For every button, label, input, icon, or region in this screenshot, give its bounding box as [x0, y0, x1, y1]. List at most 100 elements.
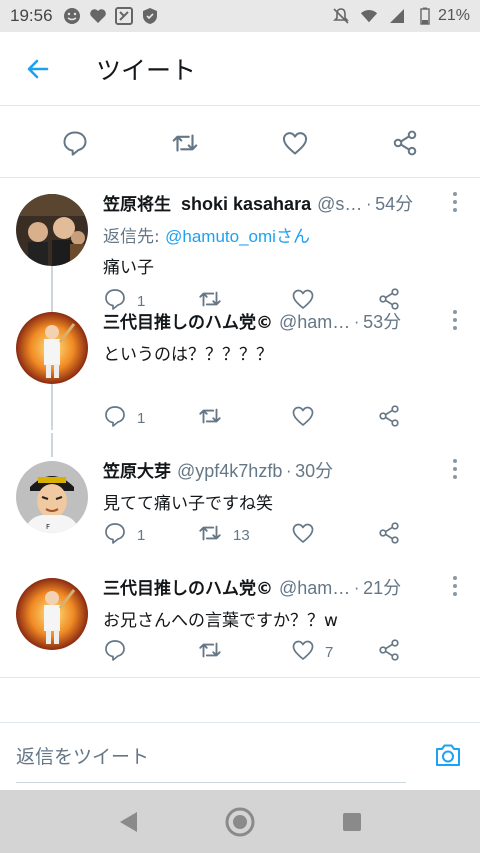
replies-list: 笠原将生 shoki kasahara @s… · 54分 返信先: @hamu… [0, 180, 480, 430]
tweet-actions: 1 13 [103, 520, 423, 550]
reply-count: 1 [137, 409, 146, 427]
list-divider [0, 677, 480, 678]
retweet-icon [197, 403, 233, 433]
smiley-icon [63, 7, 81, 25]
heart-icon [89, 7, 107, 25]
tweet-text: 痛い子 [103, 258, 154, 278]
retweet-count: 13 [233, 526, 250, 544]
author-row: 三代目推しのハム党© @ham… · 53分 [103, 308, 438, 334]
notifications-off-icon [332, 7, 350, 25]
timestamp: 54分 [375, 194, 414, 214]
like-icon [291, 521, 325, 549]
reply-icon [103, 521, 137, 549]
more-options-icon[interactable] [446, 459, 464, 479]
recents-square-icon[interactable] [322, 797, 382, 847]
reply-button[interactable]: 1 [103, 404, 197, 432]
shield-icon [141, 7, 159, 25]
reply-button[interactable]: 1 [103, 521, 197, 549]
display-name-secondary[interactable]: shoki kasahara [181, 194, 311, 215]
author-row: 三代目推しのハム党© @ham… · 21分 [103, 574, 438, 600]
status-bar: 19:56 21% [0, 0, 480, 32]
reply-to-handle[interactable]: @hamuto_omiさん [165, 227, 310, 246]
share-icon [377, 521, 411, 549]
list-item[interactable]: 三代目推しのハム党© @ham… · 21分 お兄さんへの言葉ですか？？w 7 [0, 564, 480, 682]
battery-icon [416, 7, 434, 25]
reply-icon[interactable] [50, 118, 100, 168]
share-button[interactable] [377, 404, 411, 432]
list-item[interactable]: 笠原将生 shoki kasahara @s… · 54分 返信先: @hamu… [0, 180, 480, 326]
share-button[interactable] [377, 638, 411, 666]
user-handle[interactable]: @ham… [279, 578, 350, 599]
tweet-text: というのは？？？？？ [103, 345, 273, 365]
app-icon [114, 7, 133, 25]
author-row: 笠原大芽 @ypf4k7hzfb · 30分 [103, 457, 438, 483]
reply-icon [103, 404, 137, 432]
retweet-button[interactable] [197, 403, 291, 433]
more-options-icon[interactable] [446, 310, 464, 330]
display-name[interactable]: 笠原将生 [103, 190, 171, 215]
separator: · [286, 463, 292, 481]
retweet-icon[interactable] [160, 118, 210, 168]
reply-body: 三代目推しのハム党© @ham… · 21分 お兄さんへの言葉ですか？？w [103, 574, 438, 631]
reply-body: 三代目推しのハム党© @ham… · 53分 というのは？？？？？ [103, 308, 438, 365]
like-button[interactable] [291, 521, 385, 549]
svg-text:F: F [46, 523, 50, 531]
timestamp: 30分 [295, 461, 334, 481]
battery-percent: 21% [437, 7, 470, 24]
more-options-icon[interactable] [446, 192, 464, 212]
separator: · [366, 196, 372, 214]
timestamp: 53分 [363, 312, 402, 332]
reply-icon [103, 638, 137, 666]
thread-line [51, 298, 53, 312]
user-handle[interactable]: @s… [317, 194, 362, 215]
avatar[interactable] [16, 194, 88, 266]
reply-body: 笠原大芽 @ypf4k7hzfb · 30分 見てて痛い子ですね笑 [103, 457, 438, 514]
display-name[interactable]: 三代目推しのハム党© [103, 574, 273, 599]
reply-composer: 返信をツイート [0, 722, 480, 788]
system-nav-bar [0, 790, 480, 853]
author-row: 笠原将生 shoki kasahara @s… · 54分 [103, 190, 438, 216]
avatar[interactable] [16, 312, 88, 384]
wifi-icon [360, 7, 378, 25]
signal-icon [388, 7, 406, 25]
retweet-icon [197, 637, 233, 667]
main-tweet-actions [0, 108, 480, 178]
retweet-button[interactable] [197, 637, 291, 667]
status-time: 19:56 [10, 6, 53, 25]
thread-line [51, 384, 53, 430]
reply-body: 笠原将生 shoki kasahara @s… · 54分 返信先: @hamu… [103, 190, 438, 278]
back-arrow-icon[interactable] [18, 49, 58, 89]
like-button[interactable] [291, 404, 385, 432]
separator: · [354, 314, 360, 332]
reply-count: 1 [137, 526, 146, 544]
timestamp: 21分 [363, 578, 402, 598]
more-options-icon[interactable] [446, 576, 464, 596]
share-button[interactable] [377, 521, 411, 549]
avatar[interactable]: F [16, 461, 88, 533]
list-item[interactable]: 三代目推しのハム党© @ham… · 53分 というのは？？？？？ [0, 298, 480, 430]
page-title: ツイート [96, 56, 197, 85]
camera-icon[interactable] [432, 739, 464, 771]
display-name[interactable]: 笠原大芽 [103, 457, 171, 482]
share-icon [377, 638, 411, 666]
avatar[interactable] [16, 578, 88, 650]
like-icon[interactable] [270, 118, 320, 168]
like-count: 7 [325, 643, 334, 661]
thread-line [51, 433, 53, 457]
display-name[interactable]: 三代目推しのハム党© [103, 308, 273, 333]
user-handle[interactable]: @ham… [279, 312, 350, 333]
user-handle[interactable]: @ypf4k7hzfb [177, 461, 282, 482]
share-icon [377, 404, 411, 432]
like-button[interactable]: 7 [291, 638, 385, 666]
reply-button[interactable] [103, 638, 197, 666]
share-icon[interactable] [380, 118, 430, 168]
reply-to-label: 返信先: [103, 227, 166, 247]
back-triangle-icon[interactable] [98, 797, 158, 847]
tweet-actions: 7 [103, 637, 423, 667]
reply-input[interactable]: 返信をツイート [16, 729, 406, 783]
retweet-button[interactable]: 13 [197, 520, 291, 550]
reply-to: 返信先: @hamuto_omiさん [103, 222, 438, 247]
top-app-bar: ツイート [0, 32, 480, 106]
home-circle-icon[interactable] [210, 797, 270, 847]
list-item[interactable]: F 笠原大芽 @ypf4k7hzfb · 30分 見てて痛い子ですね笑 1 13 [0, 433, 480, 565]
